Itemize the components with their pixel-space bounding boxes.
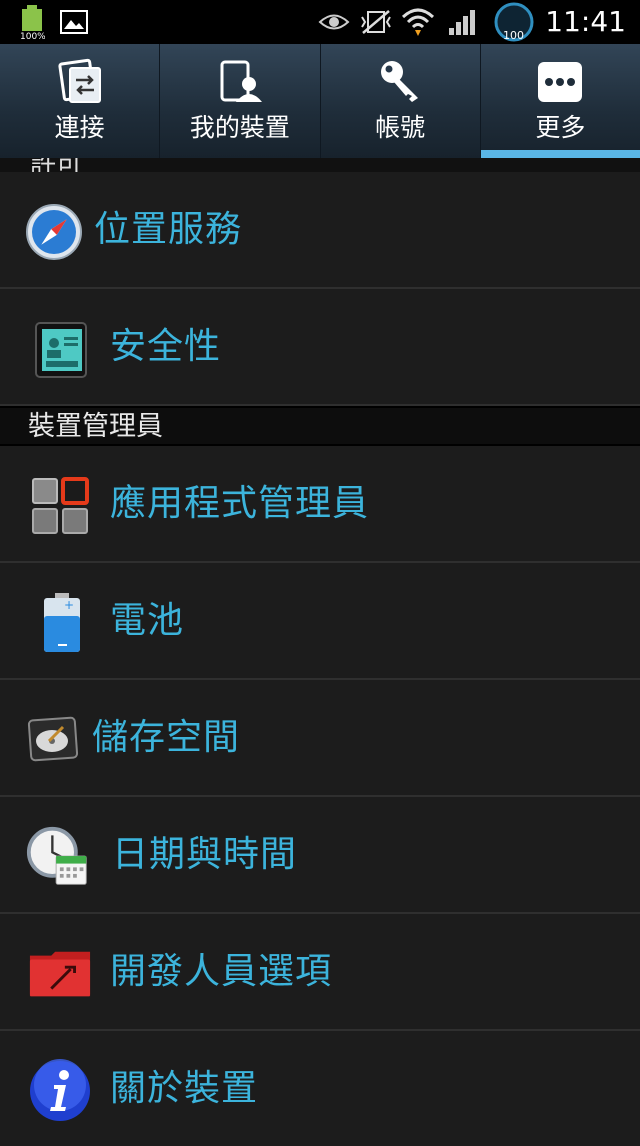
tab-more[interactable]: 更多	[480, 44, 640, 158]
info-icon	[28, 1059, 92, 1123]
signal-strength-icon	[446, 0, 478, 44]
tab-my-device[interactable]: 我的裝置	[160, 44, 321, 158]
list-item-date-time[interactable]: 日期與時間	[0, 797, 640, 914]
list-item-security-label: 安全性	[110, 326, 222, 367]
list-item-storage[interactable]: 儲存空間	[0, 680, 640, 797]
developer-folder-icon	[28, 942, 92, 1006]
connections-icon	[52, 58, 108, 106]
list-item-about-device-label: 關於裝置	[110, 1068, 259, 1109]
vibrate-mute-icon	[358, 0, 394, 44]
list-item-battery-label: 電池	[110, 600, 185, 641]
speed-gauge-icon: 100	[490, 0, 538, 44]
list-item-security[interactable]: 安全性	[0, 289, 640, 406]
list-item-battery[interactable]: + 電池	[0, 563, 640, 680]
status-bar: 100% 100 11:41	[0, 0, 640, 44]
tab-my-device-label: 我的裝置	[189, 113, 290, 142]
more-dots-icon	[532, 58, 588, 106]
status-time: 11:41	[545, 5, 626, 38]
app-manager-icon	[28, 474, 92, 538]
list-item-storage-label: 儲存空間	[92, 717, 241, 758]
smart-stay-eye-icon	[316, 0, 352, 44]
list-item-date-time-label: 日期與時間	[112, 834, 298, 875]
tab-more-label: 更多	[535, 113, 586, 142]
security-id-card-icon	[28, 317, 92, 381]
battery-status-icon: 100%	[18, 0, 46, 44]
wifi-icon	[400, 0, 436, 44]
list-item-developer-options-label: 開發人員選項	[110, 951, 333, 992]
battery-percent-text: 100%	[20, 32, 45, 41]
clock-calendar-icon	[26, 825, 90, 889]
settings-list: 許可 位置服務 安全性 裝置管理員	[0, 158, 640, 1146]
list-item-location-services-label: 位置服務	[94, 209, 243, 250]
list-item-location-services[interactable]: 位置服務	[0, 172, 640, 289]
speed-gauge-text: 100	[503, 29, 524, 42]
accounts-key-icon	[372, 58, 428, 106]
list-item-app-manager[interactable]: 應用程式管理員	[0, 446, 640, 563]
section-header-device-manager: 裝置管理員	[0, 406, 640, 446]
settings-tab-bar: 連接 我的裝置 帳號 更多	[0, 44, 640, 158]
tab-accounts-label: 帳號	[375, 113, 426, 142]
battery-icon: +	[30, 591, 94, 655]
my-device-icon	[212, 58, 268, 106]
list-item-developer-options[interactable]: 開發人員選項	[0, 914, 640, 1031]
tab-connections-label: 連接	[54, 113, 105, 142]
image-notification-icon	[58, 0, 90, 44]
list-item-about-device[interactable]: 關於裝置	[0, 1031, 640, 1146]
hard-drive-icon	[22, 708, 86, 772]
svg-text:+: +	[64, 598, 74, 612]
section-header-device-manager-label: 裝置管理員	[28, 411, 163, 442]
tab-accounts[interactable]: 帳號	[321, 44, 481, 158]
section-header-permissions-label: 許可	[30, 158, 82, 172]
compass-icon	[22, 200, 86, 264]
list-item-app-manager-label: 應用程式管理員	[110, 483, 370, 524]
tab-connections[interactable]: 連接	[0, 44, 161, 158]
section-header-permissions: 許可	[0, 158, 640, 172]
